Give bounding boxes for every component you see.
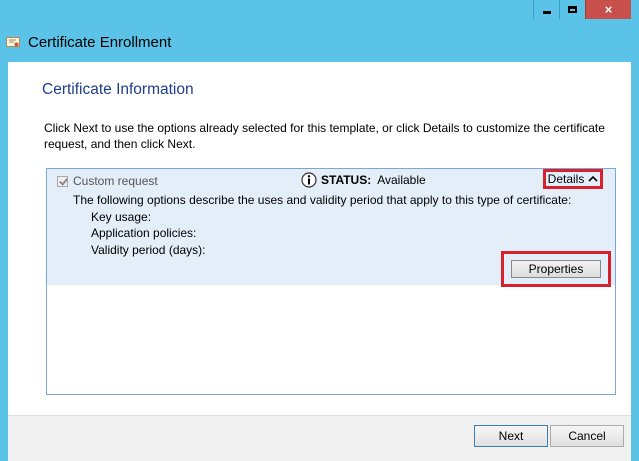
details-description: The following options describe the uses …: [73, 193, 572, 207]
certificate-request-panel: Custom request STATUS: Available Details…: [46, 168, 616, 395]
minimize-button[interactable]: [533, 0, 559, 19]
key-usage-label: Key usage:: [91, 210, 152, 224]
info-icon: [301, 172, 317, 188]
window-caption-buttons: ×: [533, 0, 631, 20]
close-icon: ×: [604, 2, 613, 17]
next-button[interactable]: Next: [474, 425, 548, 447]
window-title-bar: Certificate Enrollment: [6, 32, 171, 52]
status-row: STATUS: Available: [301, 172, 426, 188]
maximize-button[interactable]: [559, 0, 585, 19]
properties-button[interactable]: Properties: [511, 260, 601, 278]
custom-request-checkbox[interactable]: [57, 175, 68, 187]
close-button[interactable]: ×: [585, 0, 631, 19]
properties-highlight: Properties: [501, 251, 611, 287]
intro-text: Click Next to use the options already se…: [44, 121, 605, 151]
window-title: Certificate Enrollment: [28, 33, 172, 51]
validity-period-label: Validity period (days):: [91, 243, 206, 257]
application-policies-label: Application policies:: [91, 226, 197, 240]
certificate-icon: [6, 36, 20, 47]
wizard-client-area: Certificate Information Click Next to us…: [8, 62, 631, 461]
status-value: Available: [377, 173, 426, 187]
page-title: Certificate Information: [42, 81, 194, 98]
details-label: Details: [547, 172, 585, 186]
custom-request-label: Custom request: [73, 174, 158, 188]
maximize-icon: [568, 6, 577, 13]
minimize-icon: [542, 11, 551, 14]
custom-request-row: Custom request: [57, 174, 158, 188]
wizard-footer: Next Cancel: [8, 415, 631, 461]
status-label: STATUS:: [321, 173, 372, 187]
details-toggle[interactable]: Details: [543, 169, 603, 189]
chevron-up-icon: [588, 175, 598, 182]
cancel-button[interactable]: Cancel: [550, 425, 624, 447]
request-details-area: Custom request STATUS: Available Details…: [47, 169, 615, 287]
